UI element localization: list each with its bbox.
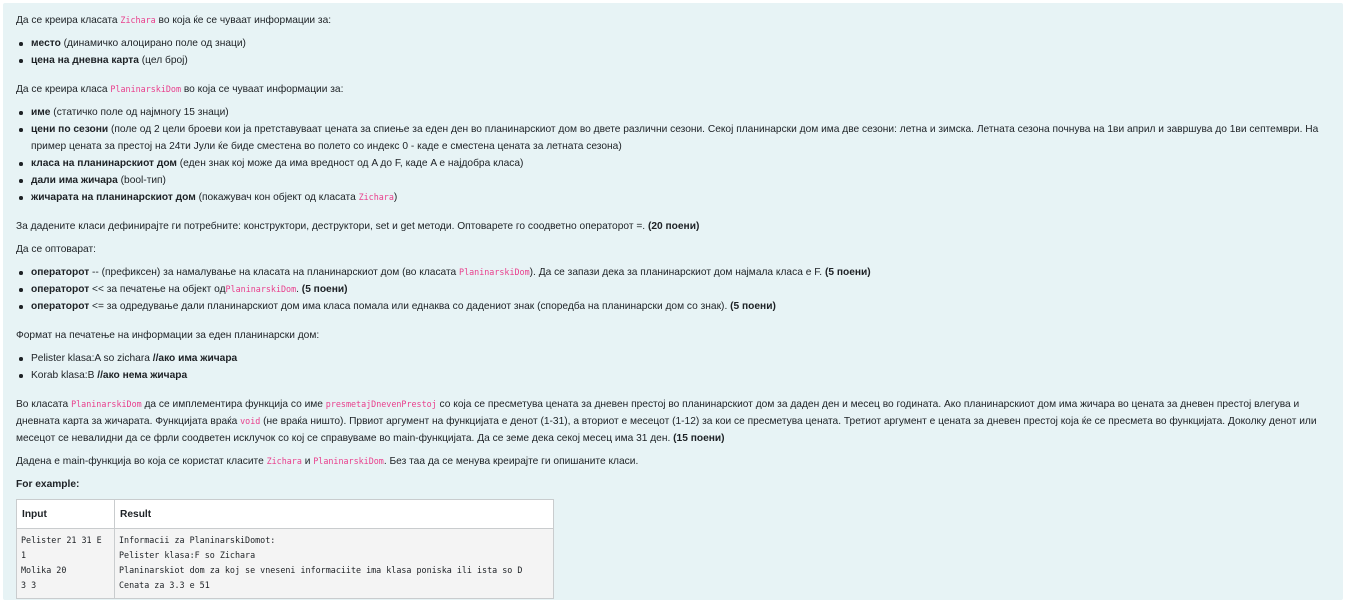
example-label-text: For example:: [16, 479, 80, 490]
paragraph-text: Во класата: [16, 399, 72, 410]
field-description: (цел број): [138, 55, 188, 66]
paragraph-text: За дадените класи дефинирајте ги потребн…: [16, 221, 648, 232]
list-item: цена на дневна карта (цел број): [19, 52, 1334, 69]
points-label: (5 поени): [730, 301, 776, 312]
example-table: Input Result Pelister 21 31 E 1 Molika 2…: [16, 499, 554, 599]
intro-text: Да се креира класата: [16, 15, 121, 26]
main-paragraph: Дадена е main-функција во која се корист…: [16, 453, 1334, 470]
list-item: Pelister klasa:A so zichara //ако има жи…: [19, 350, 1334, 367]
intro-text: во која се чуваат информации за:: [181, 84, 344, 95]
list-item: класа на планинарскиот дом (еден знак ко…: [19, 155, 1334, 172]
intro-text: во која ќе се чуваат информации за:: [155, 15, 332, 26]
points-label: (15 поени): [673, 433, 725, 444]
print-format-list: Pelister klasa:A so zichara //ако има жи…: [16, 350, 1334, 384]
field-name: место: [31, 38, 61, 49]
paragraph-text: и: [301, 456, 314, 467]
points-label: (5 поени): [824, 267, 871, 278]
field-description: ): [393, 192, 398, 203]
class-name-code: Zichara: [120, 15, 156, 25]
field-description: (покажувач кон објект од класата: [195, 192, 359, 203]
class-name-code: PlaninarskiDom: [71, 399, 142, 409]
field-name: класа на планинарскиот дом: [31, 158, 177, 169]
list-item: Korab klasa:B //ако нема жичара: [19, 367, 1334, 384]
question-text: Да се креира класата Zichara во која ќе …: [16, 12, 1334, 599]
list-item: дали има жичара (bool-тип): [19, 172, 1334, 189]
print-format-intro: Формат на печатење на информации за еден…: [16, 330, 320, 341]
dom-intro: Да се креира класа PlaninarskiDom во кој…: [16, 81, 1334, 98]
operator-description: ). Да се запази дека за планинарскиот до…: [529, 267, 825, 278]
field-description: (статичко поле од најмногу 15 знаци): [50, 107, 229, 118]
list-item: цени по сезони (поле од 2 цели броеви ко…: [19, 121, 1334, 155]
intro-text: Да се креира класа: [16, 84, 111, 95]
list-item: операторот -- (префиксен) за намалување …: [19, 264, 1334, 281]
operator-description: <= за одредување дали планинарскиот дом …: [89, 301, 731, 312]
class-name-code: PlaninarskiDom: [459, 267, 530, 277]
dom-field-list: име (статичко поле од најмногу 15 знаци)…: [16, 104, 1334, 206]
paragraph-text: . Без таа да се менува креирајте ги опиш…: [383, 456, 639, 467]
table-header-row: Input Result: [16, 499, 554, 529]
field-name: жичарата на планинарскиот дом: [31, 192, 196, 203]
list-item: операторот <= за одредување дали планина…: [19, 298, 1334, 315]
points-label: (5 поени): [301, 284, 348, 295]
operator-label: операторот: [31, 267, 90, 278]
format-comment: //ако нема жичара: [97, 370, 188, 381]
operator-label: операторот: [31, 284, 90, 295]
format-example: Korab klasa:B: [31, 370, 98, 381]
operator-label: операторот: [31, 301, 90, 312]
field-name: цена на дневна карта: [31, 55, 139, 66]
zichara-intro: Да се креира класата Zichara во која ќе …: [16, 12, 1334, 29]
question-panel: Да се креира класата Zichara во која ќе …: [3, 3, 1343, 600]
field-description: (динамичко алоцирано поле од знаци): [60, 38, 246, 49]
function-paragraph: Во класата PlaninarskiDom да се имплемен…: [16, 396, 1334, 447]
field-name: цени по сезони: [31, 124, 109, 135]
format-comment: //ако има жичара: [152, 353, 238, 364]
result-cell: Informacii za PlaninarskiDomot: Pelister…: [114, 528, 554, 599]
overload-intro: Да се оптоварат:: [16, 244, 96, 255]
class-name-code: PlaninarskiDom: [225, 284, 297, 294]
zichara-field-list: место (динамичко алоцирано поле од знаци…: [16, 35, 1334, 69]
class-name-code: PlaninarskiDom: [313, 456, 384, 466]
methods-paragraph: За дадените класи дефинирајте ги потребн…: [16, 218, 1334, 235]
column-header-result: Result: [114, 499, 554, 529]
paragraph-text: Дадена е main-функција во која се корист…: [16, 456, 267, 467]
class-name-code: Zichara: [266, 456, 302, 466]
format-example: Pelister klasa:A so zichara: [31, 353, 153, 364]
class-name-code: Zichara: [358, 192, 394, 202]
class-name-code: PlaninarskiDom: [110, 84, 181, 94]
field-name: дали има жичара: [31, 175, 118, 186]
type-code: void: [240, 416, 261, 426]
operator-list: операторот -- (префиксен) за намалување …: [16, 264, 1334, 315]
field-description: (поле од 2 цели броеви кои ја претставув…: [31, 124, 1319, 152]
example-label: For example:: [16, 476, 1334, 493]
table-row: Pelister 21 31 E 1 Molika 20 3 3 Informa…: [16, 528, 554, 599]
function-name-code: presmetajDnevenPrestoj: [325, 399, 437, 409]
field-description: (bool-тип): [117, 175, 166, 186]
list-item: име (статичко поле од најмногу 15 знаци): [19, 104, 1334, 121]
column-header-input: Input: [16, 499, 115, 529]
field-name: име: [31, 107, 51, 118]
points-label: (20 поени): [647, 221, 700, 232]
list-item: операторот << за печатење на објект одPl…: [19, 281, 1334, 298]
operator-description: << за печатење на објект од: [89, 284, 226, 295]
list-item: место (динамичко алоцирано поле од знаци…: [19, 35, 1334, 52]
list-item: жичарата на планинарскиот дом (покажувач…: [19, 189, 1334, 206]
operator-description: -- (префиксен) за намалување на класата …: [89, 267, 460, 278]
input-cell: Pelister 21 31 E 1 Molika 20 3 3: [16, 528, 115, 599]
field-description: (еден знак кој може да има вредност од A…: [176, 158, 524, 169]
paragraph-text: да се имплементира функција со име: [141, 399, 326, 410]
